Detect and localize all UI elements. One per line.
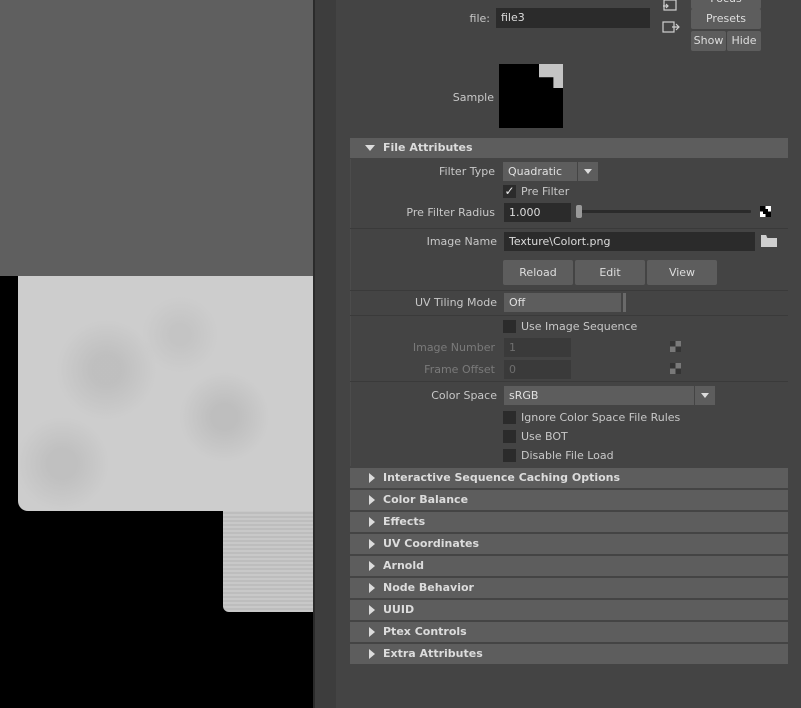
hide-button[interactable]: Hide bbox=[727, 31, 761, 51]
focus-button[interactable]: Focus bbox=[691, 0, 761, 9]
section-arnold[interactable]: Arnold bbox=[350, 556, 788, 576]
divider bbox=[350, 381, 788, 382]
expand-arrow-icon bbox=[359, 556, 375, 576]
map-button-icon[interactable] bbox=[760, 206, 771, 217]
use-bot-label: Use BOT bbox=[521, 430, 568, 443]
reload-button[interactable]: Reload bbox=[503, 260, 573, 285]
file-node-name-field[interactable]: file3 bbox=[496, 8, 650, 28]
section-ptex-controls[interactable]: Ptex Controls bbox=[350, 622, 788, 642]
dropdown-edge bbox=[623, 293, 626, 312]
section-title: Interactive Sequence Caching Options bbox=[383, 471, 621, 484]
section-extra-attributes[interactable]: Extra Attributes bbox=[350, 644, 788, 664]
texture-preview-main bbox=[18, 276, 313, 511]
filter-type-value: Quadratic bbox=[503, 162, 577, 181]
expand-arrow-icon bbox=[359, 534, 375, 554]
section-title: UV Coordinates bbox=[383, 537, 480, 550]
filter-type-label: Filter Type bbox=[438, 165, 495, 178]
section-interactive-sequence-caching[interactable]: Interactive Sequence Caching Options bbox=[350, 468, 788, 488]
ignore-color-space-rules-label: Ignore Color Space File Rules bbox=[521, 411, 681, 424]
chevron-down-icon bbox=[577, 162, 598, 181]
section-title: Color Balance bbox=[383, 493, 469, 506]
expand-arrow-icon bbox=[359, 644, 375, 664]
expand-arrow-icon bbox=[359, 600, 375, 620]
divider bbox=[350, 315, 788, 316]
viewport-background bbox=[0, 0, 313, 276]
pre-filter-radius-label: Pre Filter Radius bbox=[406, 206, 495, 219]
section-title: UUID bbox=[383, 603, 415, 616]
image-name-field[interactable]: Texture\Colort.png bbox=[504, 232, 755, 251]
uv-tiling-mode-dropdown[interactable]: Off bbox=[504, 293, 626, 312]
sample-swatch bbox=[499, 64, 563, 128]
frame-offset-field: 0 bbox=[504, 360, 571, 379]
section-title: Arnold bbox=[383, 559, 424, 572]
pre-filter-radius-field[interactable]: 1.000 bbox=[504, 203, 571, 222]
section-title: Extra Attributes bbox=[383, 647, 483, 660]
filter-type-dropdown[interactable]: Quadratic bbox=[503, 162, 598, 181]
editor-gutter bbox=[315, 0, 336, 708]
map-button-icon bbox=[670, 363, 681, 374]
disable-file-load-label: Disable File Load bbox=[521, 449, 614, 462]
image-number-field: 1 bbox=[504, 338, 571, 357]
expand-arrow-icon bbox=[359, 622, 375, 642]
texture-preview-tab bbox=[223, 511, 313, 612]
frame-offset-label: Frame Offset bbox=[424, 363, 495, 376]
divider bbox=[350, 228, 788, 229]
file-attributes-section[interactable]: File Attributes bbox=[350, 138, 788, 158]
folder-icon[interactable] bbox=[760, 233, 778, 248]
section-uuid[interactable]: UUID bbox=[350, 600, 788, 620]
section-uv-coordinates[interactable]: UV Coordinates bbox=[350, 534, 788, 554]
expand-arrow-icon bbox=[359, 468, 375, 488]
color-space-label: Color Space bbox=[431, 389, 497, 402]
pre-filter-radius-slider-handle[interactable] bbox=[576, 205, 582, 218]
uv-tiling-mode-value: Off bbox=[504, 293, 621, 312]
uv-tiling-mode-label: UV Tiling Mode bbox=[414, 296, 497, 309]
map-button-icon bbox=[670, 341, 681, 352]
focus-icon[interactable] bbox=[662, 0, 680, 14]
use-image-sequence-checkbox[interactable] bbox=[503, 320, 516, 333]
expand-arrow-icon bbox=[359, 578, 375, 598]
presets-button[interactable]: Presets bbox=[691, 9, 761, 29]
chevron-down-icon bbox=[694, 386, 715, 405]
use-image-sequence-label: Use Image Sequence bbox=[521, 320, 638, 333]
section-effects[interactable]: Effects bbox=[350, 512, 788, 532]
section-color-balance[interactable]: Color Balance bbox=[350, 490, 788, 510]
collapse-arrow-icon bbox=[359, 138, 375, 158]
file-node-label: file: bbox=[469, 12, 490, 25]
section-title: File Attributes bbox=[383, 141, 473, 154]
color-space-value: sRGB bbox=[504, 386, 694, 405]
sample-label: Sample bbox=[452, 91, 494, 104]
image-name-label: Image Name bbox=[426, 235, 497, 248]
use-bot-checkbox[interactable] bbox=[503, 430, 516, 443]
output-icon[interactable] bbox=[662, 20, 680, 34]
disable-file-load-checkbox[interactable] bbox=[503, 449, 516, 462]
section-node-behavior[interactable]: Node Behavior bbox=[350, 578, 788, 598]
expand-arrow-icon bbox=[359, 490, 375, 510]
section-title: Effects bbox=[383, 515, 426, 528]
section-title: Node Behavior bbox=[383, 581, 474, 594]
pre-filter-checkbox[interactable]: ✓ bbox=[503, 185, 516, 198]
divider bbox=[350, 290, 788, 291]
show-button[interactable]: Show bbox=[691, 31, 726, 51]
expand-arrow-icon bbox=[359, 512, 375, 532]
pre-filter-label: Pre Filter bbox=[521, 185, 570, 198]
color-space-dropdown[interactable]: sRGB bbox=[504, 386, 715, 405]
view-button[interactable]: View bbox=[647, 260, 717, 285]
pre-filter-radius-slider-track[interactable] bbox=[578, 210, 751, 213]
section-title: Ptex Controls bbox=[383, 625, 467, 638]
image-number-label: Image Number bbox=[412, 341, 495, 354]
ignore-color-space-rules-checkbox[interactable] bbox=[503, 411, 516, 424]
edit-button[interactable]: Edit bbox=[575, 260, 645, 285]
texture-viewport[interactable] bbox=[0, 0, 313, 708]
